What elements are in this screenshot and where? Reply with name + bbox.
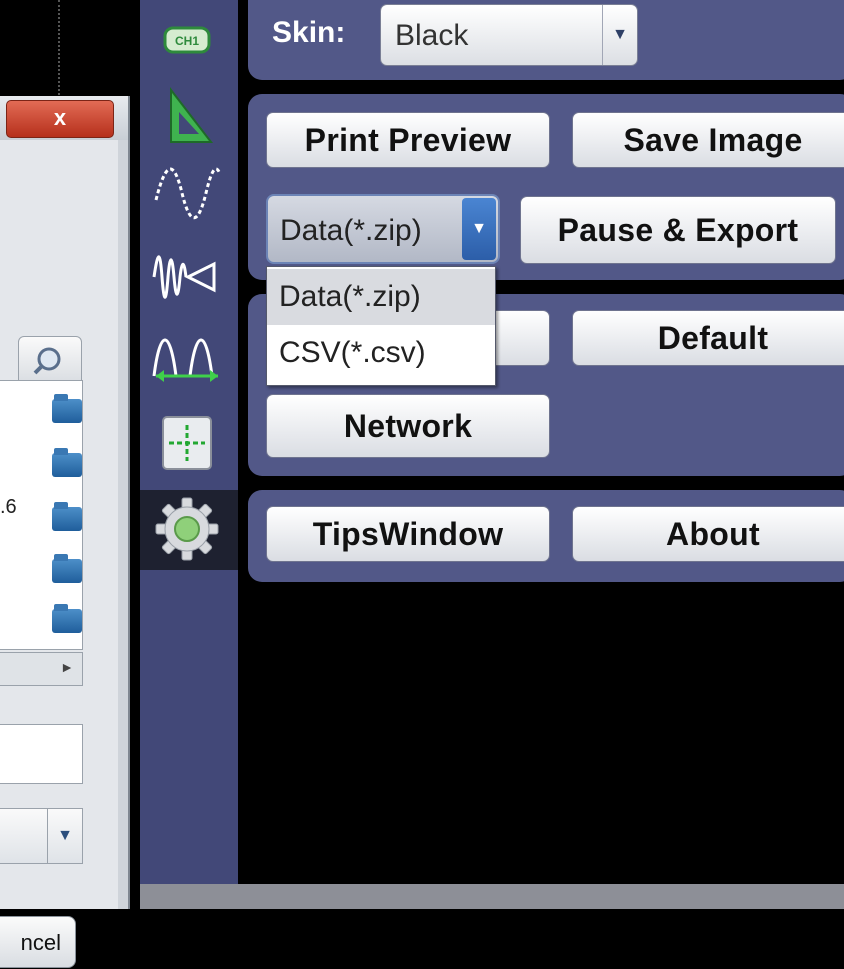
dropdown-option-csv[interactable]: CSV(*.csv) [267,325,495,381]
ch1-icon[interactable]: CH1 [148,6,226,68]
view-menu-button[interactable] [18,336,82,386]
export-format-select[interactable]: Data(*.zip) ▼ [266,194,500,264]
horizontal-scrollbar[interactable]: ► [0,652,83,686]
skin-select[interactable]: Black ▼ [380,4,638,66]
triangle-ruler-icon[interactable] [148,84,226,146]
pause-export-button[interactable]: Pause & Export [520,196,836,264]
print-preview-button[interactable]: Print Preview [266,112,550,168]
filename-field[interactable] [0,724,83,784]
bottom-scrollbar[interactable] [140,884,844,909]
skin-label: Skin: [272,16,346,49]
scroll-right-arrow-icon[interactable]: ► [60,659,74,675]
default-button[interactable]: Default [572,310,844,366]
side-icon-rail: CH1 [140,0,238,909]
folder-icon [52,448,82,477]
dialog-close-button[interactable]: x [6,100,114,138]
folder-icon [52,502,82,531]
save-image-button[interactable]: Save Image [572,112,844,168]
export-format-value: Data(*.zip) [280,214,422,247]
filetype-combo[interactable]: ▼ [0,808,83,864]
gear-icon[interactable] [148,497,226,561]
dropdown-option-zip[interactable]: Data(*.zip) [267,269,495,325]
chevron-down-icon[interactable]: ▼ [47,809,82,863]
cancel-button[interactable]: ncel [0,916,76,968]
list-item-text: .6 [0,496,17,518]
chevron-down-icon[interactable]: ▼ [602,5,637,65]
search-icon [33,347,61,375]
network-button[interactable]: Network [266,394,550,458]
dialog-titlebar: x [0,96,128,140]
tips-window-button[interactable]: TipsWindow [266,506,550,562]
folder-icon [52,554,82,583]
sine-wave-icon[interactable] [148,162,226,224]
about-button[interactable]: About [572,506,844,562]
grid-line [58,0,60,95]
cursor-cross-icon[interactable] [148,412,226,474]
measure-wave-icon[interactable] [148,326,226,388]
fft-wave-icon[interactable] [148,246,226,308]
skin-value: Black [395,19,469,52]
folder-icon [52,604,82,633]
skin-group: Skin: Black ▼ [248,0,844,80]
export-format-dropdown: Data(*.zip) CSV(*.csv) [266,266,496,386]
ch1-label: CH1 [175,34,199,48]
file-dialog: x .6 ► ▼ ncel [0,96,130,968]
folder-icon [52,394,82,423]
chevron-down-icon[interactable]: ▼ [462,198,496,260]
info-group: TipsWindow About [248,490,844,582]
settings-panel: Skin: Black ▼ Print Preview Save Image P… [238,0,844,909]
